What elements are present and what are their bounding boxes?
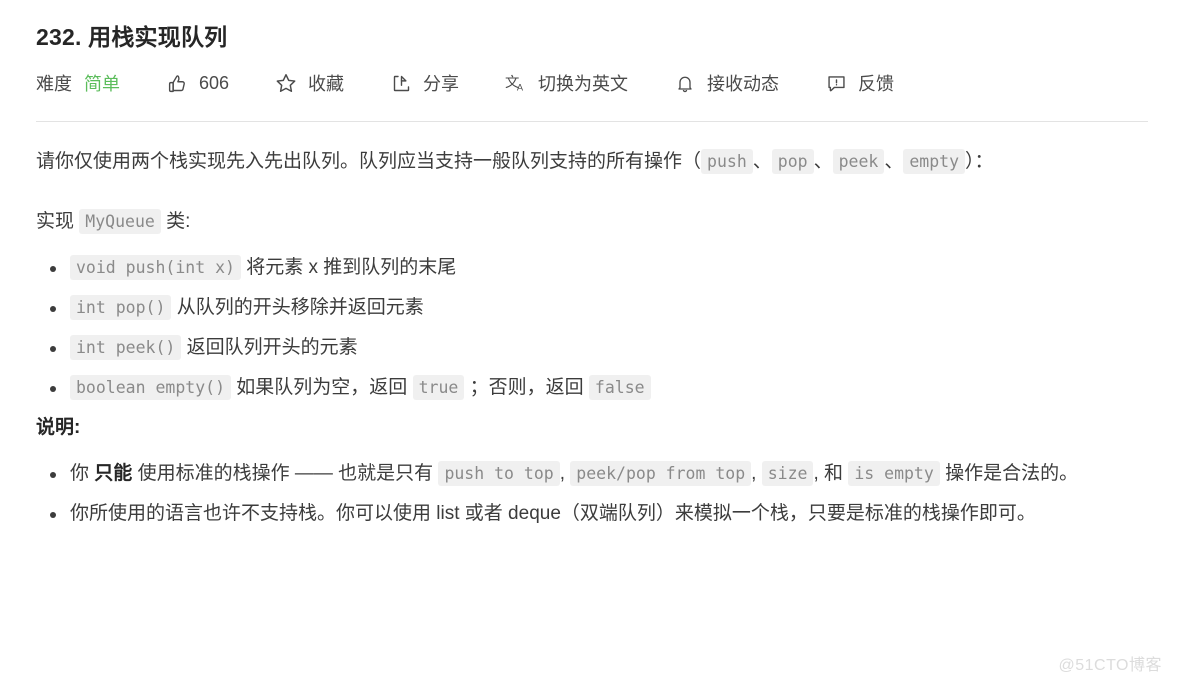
list-item: 你 只能 使用标准的栈操作 —— 也就是只有 push to top, peek…: [50, 456, 1148, 492]
like-count: 606: [199, 72, 230, 93]
feedback-icon: [825, 72, 847, 94]
method-description-b: ；否则，返回: [469, 377, 584, 398]
note-sep-1: ,: [559, 463, 565, 484]
note-text-c: , 和: [813, 463, 844, 484]
code-myqueue: MyQueue: [79, 209, 161, 234]
description-text-c: 、: [813, 151, 833, 172]
description-text-a: 请你仅使用两个栈实现先入先出队列。队列应当支持一般队列支持的所有操作（: [36, 151, 702, 172]
method-description: 返回队列开头的元素: [186, 337, 358, 358]
share-icon: [390, 72, 412, 94]
bell-icon: [674, 72, 696, 94]
code-method-signature: int peek(): [70, 335, 182, 360]
code-true: true: [412, 375, 465, 400]
code-method-signature: boolean empty(): [70, 375, 232, 400]
description-text-d: 、: [884, 151, 904, 172]
problem-description: 请你仅使用两个栈实现先入先出队列。队列应当支持一般队列支持的所有操作（ push、…: [36, 144, 1148, 532]
note-text-d: 操作是合法的。: [945, 463, 1079, 484]
watermark: @51CTO博客: [1058, 657, 1162, 674]
note-text: 你所使用的语言也许不支持栈。你可以使用 list 或者 deque（双端队列）来…: [70, 503, 1036, 524]
implement-class-line: 实现 MyQueue 类:: [36, 204, 1148, 240]
description-text-e: ）：: [965, 151, 994, 172]
page-title: 232. 用栈实现队列: [36, 24, 228, 50]
code-is-empty: is empty: [848, 461, 940, 486]
note-text-b: 使用标准的栈操作 —— 也就是只有: [137, 463, 434, 484]
difficulty-label: 难度: [36, 74, 72, 94]
list-item: int pop() 从队列的开头移除并返回元素: [50, 290, 1148, 326]
notes-list: 你 只能 使用标准的栈操作 —— 也就是只有 push to top, peek…: [36, 456, 1148, 532]
code-size: size: [761, 461, 814, 486]
code-push: push: [701, 149, 753, 174]
share-button[interactable]: 分享: [390, 70, 459, 96]
implement-text-b: 类:: [166, 211, 191, 232]
problem-page: 232. 用栈实现队列 难度 简单 606 收藏 分享 文 A 切换为英文 接收…: [0, 0, 1184, 532]
subscribe-label: 接收动态: [707, 74, 780, 94]
difficulty-badge: 难度 简单: [36, 70, 120, 96]
notes-heading: 说明:: [36, 417, 81, 438]
code-false: false: [588, 375, 651, 400]
header-divider: [36, 121, 1148, 122]
code-peek: peek: [832, 149, 885, 174]
note-emphasis: 只能: [94, 463, 133, 484]
like-button[interactable]: 606: [166, 72, 229, 94]
code-method-signature: int pop(): [70, 295, 172, 320]
note-sep-2: ,: [751, 463, 757, 484]
code-pop: pop: [771, 149, 814, 174]
note-text-a: 你: [70, 463, 90, 484]
implement-text-a: 实现: [36, 211, 75, 232]
star-icon: [275, 72, 297, 94]
translate-icon: 文 A: [505, 72, 527, 94]
list-item: 你所使用的语言也许不支持栈。你可以使用 list 或者 deque（双端队列）来…: [50, 496, 1148, 532]
method-description-a: 如果队列为空，返回: [236, 377, 408, 398]
favorite-button[interactable]: 收藏: [275, 70, 344, 96]
thumbs-up-icon: [166, 72, 188, 94]
favorite-label: 收藏: [308, 74, 345, 94]
code-method-signature: void push(int x): [70, 255, 241, 280]
code-push-to-top: push to top: [438, 461, 560, 486]
svg-text:A: A: [517, 82, 524, 92]
difficulty-value: 简单: [84, 74, 120, 94]
method-list: void push(int x) 将元素 x 推到队列的末尾 int pop()…: [36, 250, 1148, 406]
list-item: boolean empty() 如果队列为空，返回 true ；否则，返回 fa…: [50, 370, 1148, 406]
method-description: 从队列的开头移除并返回元素: [176, 297, 424, 318]
code-empty: empty: [903, 149, 966, 174]
description-paragraph: 请你仅使用两个栈实现先入先出队列。队列应当支持一般队列支持的所有操作（ push、…: [36, 144, 1148, 180]
problem-toolbar: 难度 简单 606 收藏 分享 文 A 切换为英文 接收动态 反馈: [36, 68, 1148, 98]
feedback-button[interactable]: 反馈: [825, 70, 894, 96]
method-description: 将元素 x 推到队列的末尾: [246, 257, 457, 278]
translate-button[interactable]: 文 A 切换为英文: [505, 70, 628, 96]
translate-label: 切换为英文: [538, 74, 629, 94]
code-peek-pop-from-top: peek/pop from top: [570, 461, 752, 486]
list-item: int peek() 返回队列开头的元素: [50, 330, 1148, 366]
feedback-label: 反馈: [858, 74, 895, 94]
description-text-b: 、: [752, 151, 772, 172]
list-item: void push(int x) 将元素 x 推到队列的末尾: [50, 250, 1148, 286]
share-label: 分享: [423, 74, 460, 94]
subscribe-button[interactable]: 接收动态: [674, 70, 779, 96]
